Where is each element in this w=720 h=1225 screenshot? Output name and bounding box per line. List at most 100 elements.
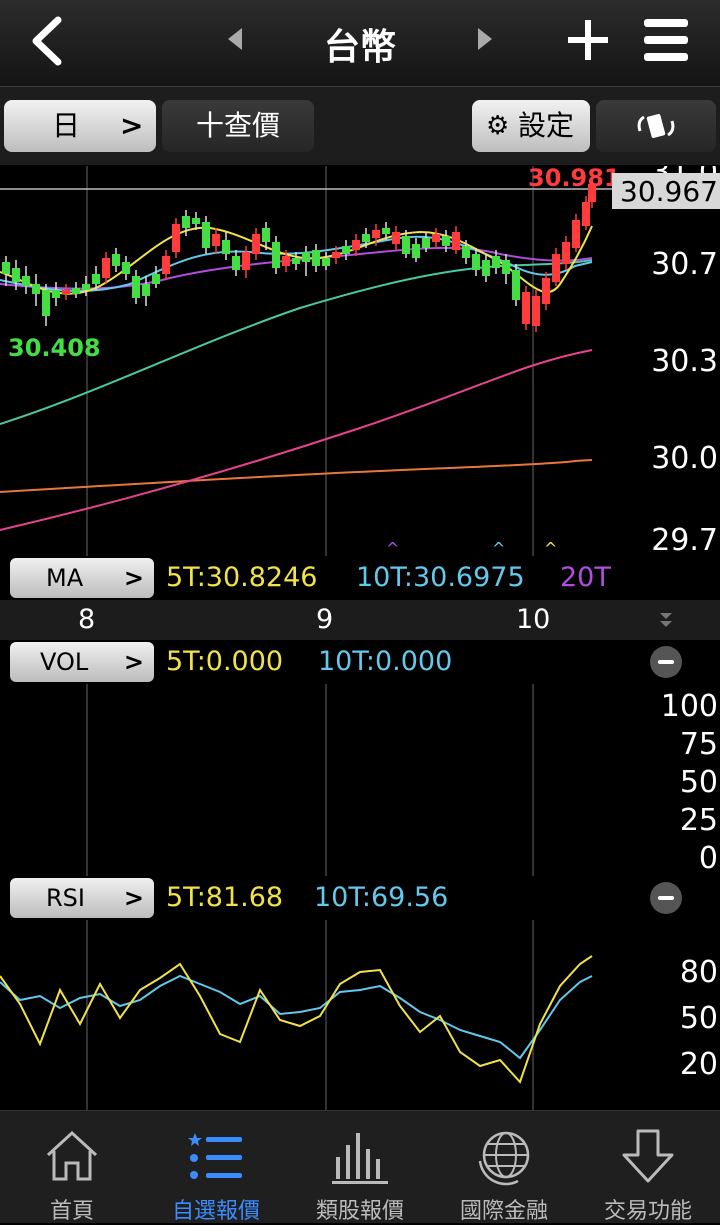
candle-body	[312, 250, 320, 266]
candle-body	[142, 284, 150, 296]
settings-button[interactable]: ⚙ 設定	[472, 100, 590, 152]
candle-body	[12, 268, 20, 282]
rsi5-value: 5T:81.68	[166, 882, 284, 913]
candle-body	[282, 256, 290, 266]
tab-watchlist[interactable]: 自選報價	[144, 1111, 288, 1224]
tab-label: 類股報價	[315, 1199, 404, 1224]
date-label: 8	[78, 604, 96, 635]
chevron-right-icon: >	[123, 648, 144, 676]
high-price-label: 30.981	[528, 166, 621, 192]
ma120-line	[0, 349, 593, 531]
candle-body	[472, 254, 480, 270]
vol-selector-button[interactable]: VOL >	[10, 642, 154, 682]
candle-body	[532, 296, 540, 326]
rsi10-value: 10T:69.56	[314, 882, 449, 913]
ma-label: MA	[46, 564, 84, 592]
candle-body	[562, 242, 570, 264]
candle-body	[432, 234, 440, 242]
rsi-indicator-bar: RSI > 5T:81.68 10T:69.56	[0, 876, 720, 920]
add-icon[interactable]	[566, 18, 610, 62]
candle-body	[462, 246, 470, 258]
candle-body	[352, 240, 360, 250]
candle-body	[102, 258, 110, 278]
chevron-right-icon: >	[123, 564, 144, 592]
vol-indicator-bar: VOL > 5T:0.000 10T:0.000	[0, 640, 720, 684]
candle-body	[482, 260, 490, 276]
page-title: 台幣	[323, 27, 396, 68]
candle-body	[572, 220, 580, 248]
candle-body	[32, 284, 40, 294]
ma240-line	[0, 459, 593, 493]
low-price-label: 30.408	[8, 334, 101, 362]
candle-body	[122, 262, 130, 274]
rsi-selector-button[interactable]: RSI >	[10, 878, 154, 918]
cross-marker: ^	[544, 539, 557, 556]
y-tick-label: 30.0	[651, 441, 718, 476]
trade-arrow-icon	[622, 1129, 674, 1183]
candle-body	[232, 256, 240, 270]
candle-body	[552, 254, 560, 282]
collapse-arrows-icon[interactable]	[658, 610, 674, 630]
chart-toolbar: 日 > 十查價 ⚙ 設定	[0, 87, 720, 165]
candle-body	[392, 232, 400, 244]
vol5-value: 5T:0.000	[166, 646, 284, 677]
ma5-value: 5T:30.8246	[166, 562, 318, 593]
tab-international-finance[interactable]: 國際金融	[432, 1111, 576, 1224]
cross-marker: ^	[492, 539, 505, 556]
query-price-button[interactable]: 十查價	[162, 100, 314, 152]
top-bar: 台幣	[0, 0, 720, 87]
rsi5-line	[0, 955, 593, 1084]
candle-body	[52, 290, 60, 298]
list-icon	[188, 1133, 242, 1179]
rsi-chart: 80 50 20	[0, 920, 718, 1110]
candle-body	[402, 236, 410, 254]
candle-body	[422, 238, 430, 248]
rotate-screen-button[interactable]	[596, 100, 716, 152]
candle-body	[332, 252, 340, 258]
candle-body	[502, 260, 510, 274]
close-vol-panel-button[interactable]	[650, 646, 682, 678]
candle-body	[262, 228, 270, 242]
bar-chart-icon	[332, 1133, 388, 1184]
candle-body	[412, 244, 420, 258]
vol-y-tick-label: 100	[661, 689, 718, 724]
candle-body	[182, 216, 190, 228]
candle-body	[292, 258, 300, 264]
ma-selector-button[interactable]: MA >	[10, 558, 154, 598]
tab-sector-quotes[interactable]: 類股報價	[288, 1111, 432, 1224]
ma-cross-markers: ^ ^ ^	[386, 539, 557, 556]
candle-body	[42, 290, 50, 316]
candle-body	[172, 224, 180, 252]
tab-label: 自選報價	[171, 1199, 260, 1224]
price-candlestick-chart[interactable]: 30.981 30.408 ^ ^ ^ 31.0 30.967 30.7 30.…	[0, 166, 720, 556]
candle-body	[302, 252, 310, 262]
bottom-tab-bar: 首頁 自選報價 類股報價 國際金融 交易功能	[0, 1110, 720, 1224]
y-tick-label: 29.7	[651, 523, 718, 556]
current-price-label: 30.967	[620, 175, 718, 208]
candle-body	[72, 288, 80, 294]
y-tick-label: 30.3	[651, 344, 718, 379]
candle-body	[362, 234, 370, 242]
cross-marker: ^	[386, 539, 399, 556]
gear-icon: ⚙	[486, 111, 510, 141]
query-price-label: 十查價	[195, 109, 280, 142]
ma10-value: 10T:30.6975	[356, 562, 525, 593]
menu-icon[interactable]	[642, 16, 690, 64]
main-grid	[86, 166, 534, 556]
candle-body	[2, 262, 10, 274]
candle-body	[62, 290, 70, 294]
candle-body	[452, 232, 460, 250]
tab-trading[interactable]: 交易功能	[576, 1111, 720, 1224]
volume-chart: 100 75 50 25 0	[86, 684, 718, 876]
ma20-value: 20T	[560, 562, 611, 593]
close-rsi-panel-button[interactable]	[650, 882, 682, 914]
next-item-arrow-icon[interactable]	[476, 26, 494, 52]
candle-body	[272, 242, 280, 268]
rsi-label: RSI	[46, 884, 85, 912]
candle-body	[342, 246, 350, 254]
period-selector-button[interactable]: 日 >	[4, 100, 156, 152]
tab-label: 國際金融	[459, 1199, 548, 1224]
date-label: 9	[316, 604, 334, 635]
tab-home[interactable]: 首頁	[0, 1111, 144, 1224]
rsi10-line	[0, 974, 593, 1060]
